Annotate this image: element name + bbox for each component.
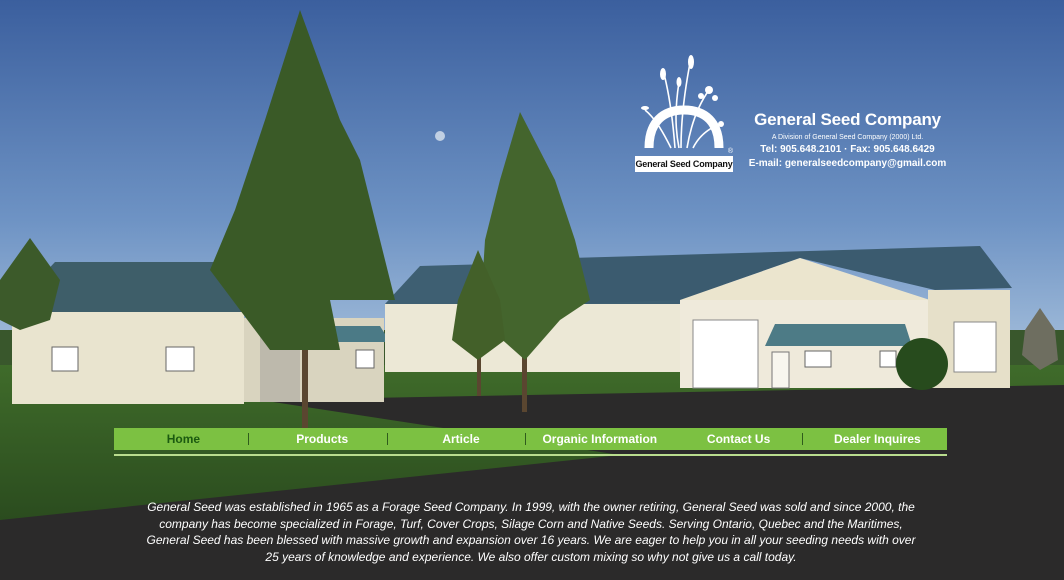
separator-dot: · — [844, 144, 848, 155]
tel-label: Tel: — [760, 144, 778, 155]
nav-organic-information[interactable]: Organic Information — [530, 428, 669, 450]
company-info: General Seed Company A Division of Gener… — [745, 110, 950, 171]
main-nav: Home Products Article Organic Informatio… — [114, 428, 947, 450]
nav-contact-us[interactable]: Contact Us — [669, 428, 808, 450]
email-link[interactable]: generalseedcompany@gmail.com — [785, 158, 946, 169]
company-logo[interactable]: ® General Seed Company — [635, 52, 733, 172]
about-paragraph: General Seed was established in 1965 as … — [146, 500, 916, 564]
email-line: E-mail: generalseedcompany@gmail.com — [745, 157, 950, 171]
nav-separator — [387, 433, 388, 445]
company-name: General Seed Company — [754, 110, 941, 129]
nav-dealer-inquires[interactable]: Dealer Inquires — [808, 428, 947, 450]
nav-home[interactable]: Home — [114, 428, 253, 450]
tel-number: 905.648.2101 — [780, 144, 842, 155]
farm-building-scene — [0, 0, 1064, 580]
wildflower-logo-icon — [641, 55, 724, 149]
hero-photo-background — [0, 0, 1064, 580]
company-division: A Division of General Seed Company (2000… — [771, 134, 924, 141]
email-label: E-mail: — [748, 158, 783, 169]
nav-separator — [525, 433, 526, 445]
nav-separator — [248, 433, 249, 445]
fax-label: Fax: — [850, 144, 871, 155]
nav-underline — [114, 454, 947, 456]
nav-article[interactable]: Article — [392, 428, 531, 450]
nav-products[interactable]: Products — [253, 428, 392, 450]
phone-fax-line: Tel: 905.648.2101 · Fax: 905.648.6429 — [745, 143, 950, 157]
nav-separator — [802, 433, 803, 445]
fax-number: 905.648.6429 — [873, 144, 935, 155]
registered-mark: ® — [727, 148, 733, 155]
logo-caption: General Seed Company — [635, 156, 733, 172]
